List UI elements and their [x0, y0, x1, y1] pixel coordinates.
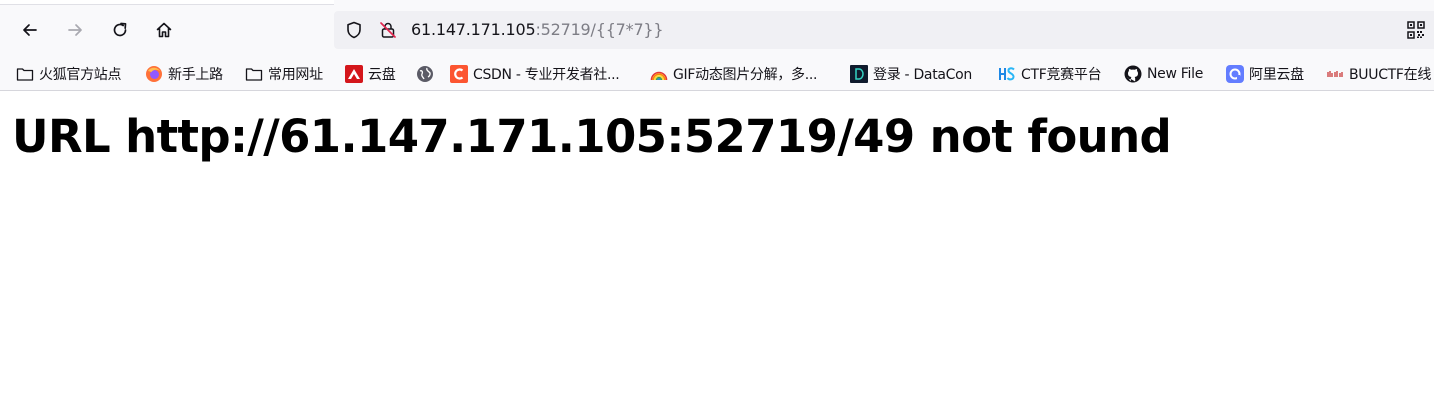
url-text[interactable]: 61.147.171.105:52719/{{7*7}}	[411, 20, 664, 39]
arrow-left-icon	[23, 24, 37, 36]
aliyun-drive-icon	[1226, 65, 1244, 83]
insecure-lock-icon[interactable]	[378, 20, 398, 40]
bookmark-label: 火狐官方站点	[39, 67, 122, 83]
bookmark-csdn[interactable]: CSDN - 专业开发者社...	[450, 62, 620, 86]
reload-icon	[113, 22, 127, 37]
bookmark-gif-splitter[interactable]: GIF动态图片分解，多...	[650, 62, 817, 86]
bookmark-globe[interactable]	[416, 62, 439, 86]
page-heading: URL http://61.147.171.105:52719/49 not f…	[12, 110, 1172, 163]
bookmark-label: 阿里云盘	[1249, 67, 1304, 83]
bookmark-buuctf[interactable]: BUUCTF在线	[1326, 62, 1431, 86]
browser-toolbar: 61.147.171.105:52719/{{7*7}}	[0, 0, 1434, 58]
bookmark-label: 新手上路	[168, 67, 223, 83]
tab-strip-edge	[0, 0, 334, 5]
firefox-icon	[145, 65, 163, 83]
bookmark-label: New File	[1147, 66, 1204, 82]
back-button[interactable]	[14, 14, 46, 46]
bookmark-cloud-drive[interactable]: 云盘	[345, 62, 396, 86]
globe-icon	[416, 65, 434, 83]
bookmark-getting-started[interactable]: 新手上路	[145, 62, 223, 86]
datacon-icon	[850, 65, 868, 83]
buuctf-icon	[1326, 65, 1344, 83]
cloud-drive-icon	[345, 65, 363, 83]
bookmarks-toolbar: 火狐官方站点 新手上路 常用网址 云盘 CSDN - 专业开发者社... GIF…	[0, 58, 1434, 91]
home-button[interactable]	[148, 14, 180, 46]
bookmark-common-sites[interactable]: 常用网址	[245, 62, 323, 86]
bookmark-ctf-platform[interactable]: CTF竞赛平台	[998, 62, 1102, 86]
url-path: :52719/{{7*7}}	[535, 20, 664, 39]
bookmark-firefox-official[interactable]: 火狐官方站点	[16, 62, 122, 86]
bookmark-label: 常用网址	[268, 67, 323, 83]
bookmark-label: 登录 - DataCon	[873, 67, 972, 83]
bookmark-label: CSDN - 专业开发者社...	[473, 67, 620, 83]
bookmark-label: BUUCTF在线	[1349, 67, 1432, 83]
folder-icon	[245, 65, 263, 83]
folder-icon	[16, 65, 34, 83]
bookmark-label: CTF竞赛平台	[1021, 67, 1102, 83]
address-bar[interactable]: 61.147.171.105:52719/{{7*7}}	[334, 11, 1434, 49]
reload-button[interactable]	[104, 14, 136, 46]
home-icon	[156, 22, 172, 38]
bookmark-label: 云盘	[368, 67, 396, 83]
bookmark-datacon-login[interactable]: 登录 - DataCon	[850, 62, 972, 86]
tracking-protection-shield-icon[interactable]	[344, 20, 364, 40]
forward-button[interactable]	[59, 14, 91, 46]
arrow-right-icon	[68, 24, 82, 36]
bookmark-label: GIF动态图片分解，多...	[673, 67, 818, 83]
ctf-hs-icon	[998, 65, 1016, 83]
github-icon	[1124, 65, 1142, 83]
qr-code-icon[interactable]	[1406, 20, 1426, 40]
csdn-icon	[450, 65, 468, 83]
url-host: 61.147.171.105	[411, 20, 536, 39]
bookmark-aliyun-drive[interactable]: 阿里云盘	[1226, 62, 1304, 86]
bookmark-new-file[interactable]: New File	[1124, 62, 1203, 86]
page-content: URL http://61.147.171.105:52719/49 not f…	[0, 91, 1434, 409]
rainbow-icon	[650, 65, 668, 83]
